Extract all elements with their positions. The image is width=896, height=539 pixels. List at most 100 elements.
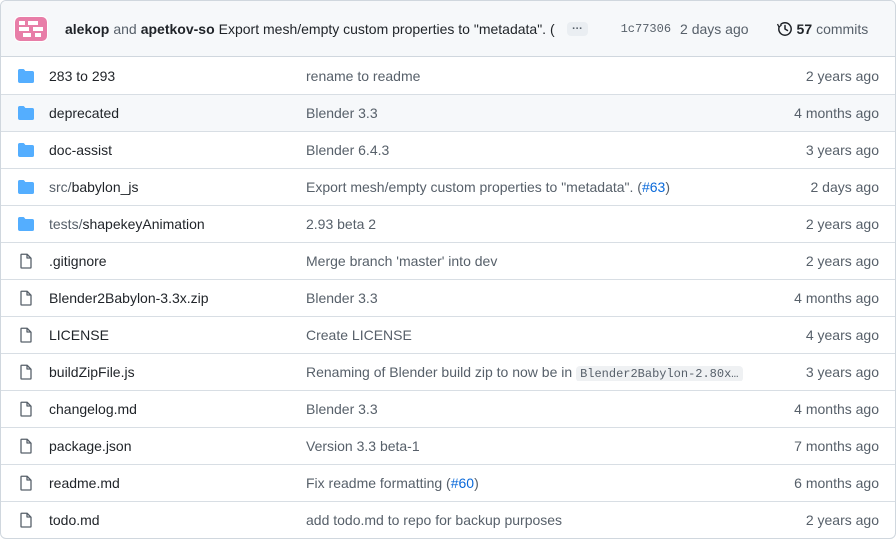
pull-request-link[interactable]: #60 xyxy=(451,475,474,491)
commit-age: 2 years ago xyxy=(805,512,879,528)
file-icon xyxy=(18,401,34,417)
commit-age: 2 years ago xyxy=(805,253,879,269)
file-name-link[interactable]: LICENSE xyxy=(49,327,306,343)
file-name-text: Blender2Babylon-3.3x.zip xyxy=(49,290,209,306)
file-icon xyxy=(18,438,34,454)
file-name-link[interactable]: deprecated xyxy=(49,105,306,121)
file-icon xyxy=(18,253,34,269)
commit-age: 4 years ago xyxy=(805,327,879,343)
commit-date: 2 days ago xyxy=(680,20,749,37)
commit-message-link[interactable]: Merge branch 'master' into dev xyxy=(306,253,806,269)
file-name-text: 283 to 293 xyxy=(49,67,116,84)
file-icon xyxy=(18,364,34,380)
commit-message-suffix: ) xyxy=(665,179,670,195)
history-icon xyxy=(776,21,792,36)
avatar[interactable] xyxy=(14,15,48,42)
file-name-link[interactable]: doc-assist xyxy=(49,142,306,158)
file-row[interactable]: 283 to 293 rename to readme 2 years ago xyxy=(1,57,895,94)
folder-icon xyxy=(18,179,34,195)
commit-message-link[interactable]: Export mesh/empty custom properties to "… xyxy=(306,179,811,195)
file-name-link[interactable]: buildZipFile.js xyxy=(49,364,306,380)
commit-age: 7 months ago xyxy=(794,438,879,454)
file-name-link[interactable]: package.json xyxy=(49,438,306,454)
file-name-text: package.json xyxy=(49,438,132,454)
file-row[interactable]: .gitignore Merge branch 'master' into dev… xyxy=(1,242,895,279)
commit-age: 3 years ago xyxy=(805,142,879,158)
file-name-link[interactable]: Blender2Babylon-3.3x.zip xyxy=(49,290,306,306)
file-icon xyxy=(18,475,34,491)
avatar-icon xyxy=(15,16,47,41)
file-name-link[interactable]: .gitignore xyxy=(49,253,306,269)
commit-message-link[interactable]: Blender 3.3 xyxy=(306,290,794,306)
commit-message-link[interactable]: Blender 3.3 xyxy=(306,105,794,121)
folder-icon xyxy=(18,105,34,121)
file-name-text: babylon_js xyxy=(71,179,139,195)
file-icon xyxy=(18,512,34,528)
pull-request-link[interactable]: #63 xyxy=(642,179,665,195)
file-row[interactable]: LICENSE Create LICENSE 4 years ago xyxy=(1,316,895,353)
expand-commit-button[interactable]: … xyxy=(566,20,588,36)
commit-message-link[interactable]: add todo.md to repo for backup purposes xyxy=(306,512,806,528)
commit-message-text: Merge branch 'master' into dev xyxy=(306,253,498,269)
file-name-text: buildZipFile.js xyxy=(49,364,135,380)
commit-age: 3 years ago xyxy=(805,364,879,380)
file-name-link[interactable]: readme.md xyxy=(49,475,306,491)
file-row[interactable]: changelog.md Blender 3.3 4 months ago xyxy=(1,390,895,427)
commits-history-link[interactable]: 57 commits xyxy=(776,20,868,37)
file-name-text: changelog.md xyxy=(49,401,137,417)
commit-message-text: add todo.md to repo for backup purposes xyxy=(306,512,563,528)
commit-message-text: Blender 6.4.3 xyxy=(306,142,390,158)
file-row[interactable]: tests/shapekeyAnimation 2.93 beta 22 year… xyxy=(1,205,895,242)
commit-message-link[interactable]: Create LICENSE xyxy=(306,327,806,343)
file-icon xyxy=(18,290,34,306)
file-icon xyxy=(18,327,34,343)
file-name-link[interactable]: changelog.md xyxy=(49,401,306,417)
file-name-link[interactable]: src/babylon_js xyxy=(49,179,306,195)
commit-message-suffix: ) xyxy=(474,475,479,491)
commit-message-link[interactable]: Blender 6.4.3 xyxy=(306,142,806,158)
commit-age: 2 years ago xyxy=(805,216,879,232)
commit-coauthor-link[interactable]: apetkov-so xyxy=(141,21,215,37)
commit-message-link[interactable]: Blender 3.3 xyxy=(306,401,794,417)
file-name-link[interactable]: 283 to 293 xyxy=(49,68,306,84)
folder-icon xyxy=(18,142,34,158)
commit-message-text: Export mesh/empty custom properties to "… xyxy=(306,179,642,195)
file-name-link[interactable]: todo.md xyxy=(49,512,306,528)
latest-commit-message[interactable]: Export mesh/empty custom properties to "… xyxy=(219,21,555,37)
author-conjunction: and xyxy=(113,20,137,37)
commit-sha-link[interactable]: 1c77306 xyxy=(621,22,671,36)
file-name-text: doc-assist xyxy=(49,142,113,158)
commit-message-text: Renaming of Blender build zip to now be … xyxy=(306,363,577,380)
commit-message-link[interactable]: Renaming of Blender build zip to now be … xyxy=(306,364,806,381)
file-row[interactable]: doc-assist Blender 6.4.3 3 years ago xyxy=(1,131,895,168)
commit-message-link[interactable]: rename to readme xyxy=(306,68,806,84)
file-row[interactable]: Blender2Babylon-3.3x.zip Blender 3.3 4 mon… xyxy=(1,279,895,316)
file-path-prefix: tests/ xyxy=(49,216,83,232)
commit-message-link[interactable]: Fix readme formatting (#60) xyxy=(306,475,794,491)
file-list: 283 to 293 rename to readme 2 years ago dep… xyxy=(1,57,895,538)
commit-message-text: Fix readme formatting ( xyxy=(306,475,451,491)
commit-age: 2 days ago xyxy=(810,179,880,195)
commit-message-link[interactable]: 2.93 beta 2 xyxy=(306,216,806,232)
file-row[interactable]: buildZipFile.js Renaming of Blender build… xyxy=(1,353,895,390)
file-name-text: todo.md xyxy=(49,512,100,528)
file-row[interactable]: todo.md add todo.md to repo for backup pu… xyxy=(1,501,895,538)
file-row[interactable]: deprecated Blender 3.3 4 months ago xyxy=(1,94,895,131)
commit-author-link[interactable]: alekop xyxy=(65,21,109,37)
commit-message-text: Version 3.3 beta-1 xyxy=(306,438,420,454)
file-path-prefix: src/ xyxy=(49,179,72,195)
commit-message-text: rename to readme xyxy=(306,67,421,84)
commit-message-link[interactable]: Version 3.3 beta-1 xyxy=(306,438,794,454)
file-name-text: LICENSE xyxy=(49,327,109,343)
file-row[interactable]: package.json Version 3.3 beta-1 7 months a… xyxy=(1,427,895,464)
commit-message-text: 2.93 beta 2 xyxy=(306,216,377,232)
commit-age: 4 months ago xyxy=(794,105,879,121)
commit-count: 57 xyxy=(796,20,813,37)
folder-icon xyxy=(18,68,34,84)
file-name-text: shapekeyAnimation xyxy=(82,216,205,232)
commit-message-text: Blender 3.3 xyxy=(306,290,378,306)
file-name-link[interactable]: tests/shapekeyAnimation xyxy=(49,216,306,232)
file-row[interactable]: src/babylon_js Export mesh/empty custom p… xyxy=(1,168,895,205)
commit-age: 6 months ago xyxy=(794,475,879,491)
file-row[interactable]: readme.md Fix readme formatting (#60) 6 mo… xyxy=(1,464,895,501)
